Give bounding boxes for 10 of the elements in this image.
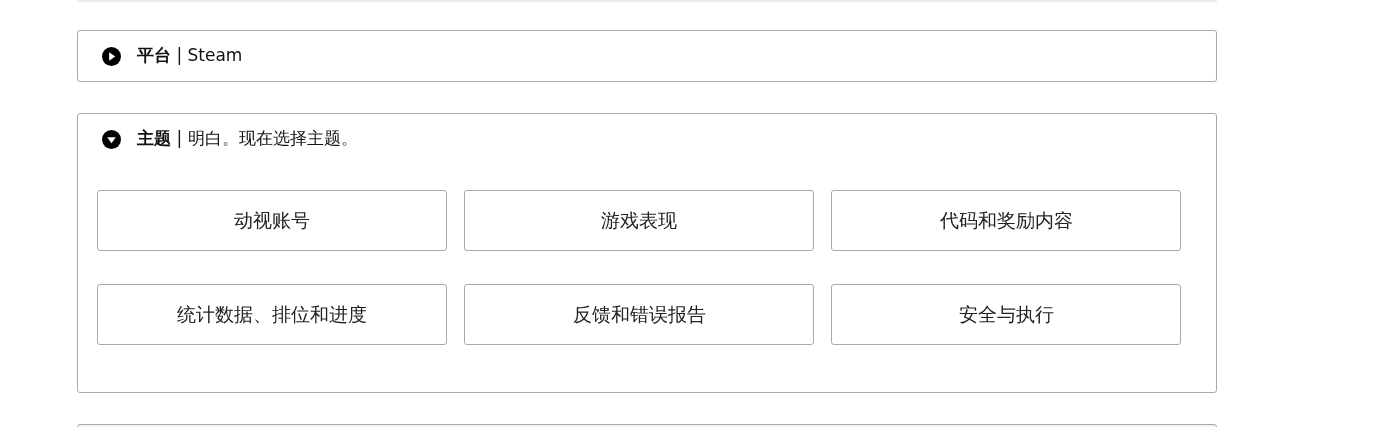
section-heading[interactable]: 主题 | 明白。现在选择主题。 [137, 126, 358, 152]
topic-button[interactable]: 游戏表现 [464, 190, 814, 251]
topic-button[interactable]: 反馈和错误报告 [464, 284, 814, 345]
topic-button[interactable]: 动视账号 [97, 190, 447, 251]
collapse-icon[interactable] [102, 129, 121, 149]
topic-button[interactable]: 安全与执行 [831, 284, 1181, 345]
topic-button[interactable]: 统计数据、排位和进度 [97, 284, 447, 345]
section-heading[interactable]: 平台 | Steam [137, 43, 243, 69]
topic-button[interactable]: 代码和奖励内容 [831, 190, 1181, 251]
expand-icon[interactable] [102, 46, 121, 66]
